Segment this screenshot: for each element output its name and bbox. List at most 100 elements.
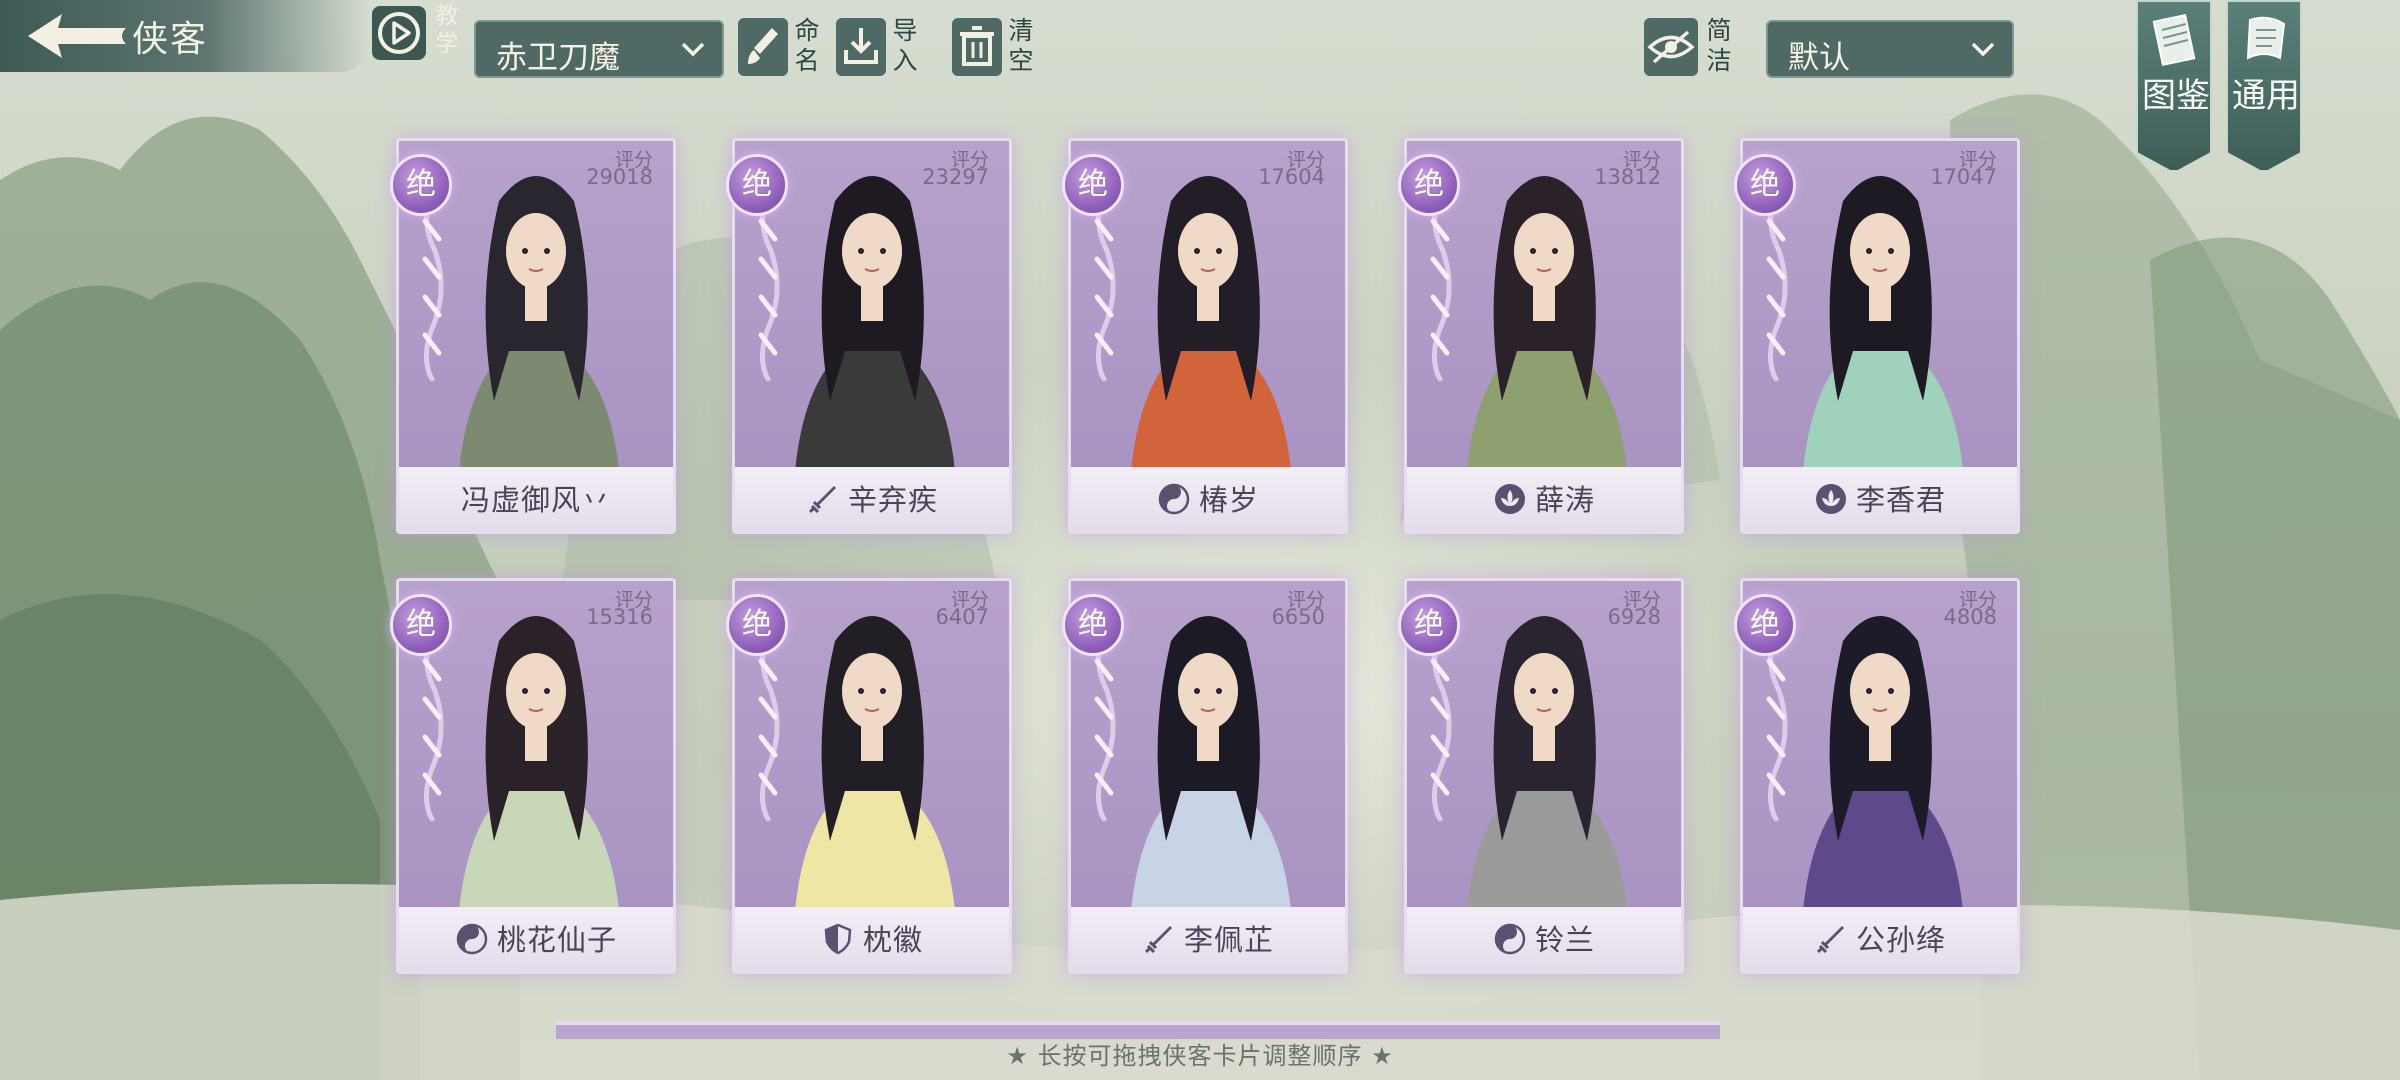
name-plate: 桃花仙子 [399,907,673,971]
hero-card[interactable]: 评分 6928 铃兰绝 [1398,578,1690,980]
score-value: 6928 [1607,605,1661,629]
download-icon [844,28,878,64]
rank-badge: 绝 [726,594,788,656]
hero-name-text: 李佩芷 [1183,923,1274,957]
rename-button[interactable]: 命名 [738,16,826,82]
score-value: 23297 [922,165,989,189]
score-value: 13812 [1594,165,1661,189]
eye-hidden-icon [1647,30,1695,64]
hero-name-text: 铃兰 [1534,923,1595,957]
hero-card[interactable]: 评分 29018 冯虚御风丷绝 [390,138,682,540]
hero-card[interactable]: 评分 13812 薛涛绝 [1398,138,1690,540]
top-bar: 侠客 教学 赤卫刀魔 命名 导入 清空 简洁 默认 [0,0,2400,80]
name-plate: 李佩芷 [1071,907,1345,971]
play-icon [378,12,420,54]
hero-card-grid: 评分 29018 冯虚御风丷绝评分 23297 辛弃疾绝评分 17604 椿岁绝评分 1381… [390,138,2040,1028]
clear-label: 清空 [1008,16,1034,75]
brush-icon [748,28,778,64]
tutorial-button[interactable]: 教学 [366,0,462,72]
score-value: 15316 [586,605,653,629]
general-label: 通用 [2232,76,2300,116]
hero-name: 辛弃疾 [735,477,1009,519]
hero-card[interactable]: 评分 17604 椿岁绝 [1062,138,1354,540]
chevron-down-icon [681,42,705,57]
score-value: 17604 [1258,165,1325,189]
clear-button[interactable]: 清空 [952,16,1040,82]
hero-card[interactable]: 评分 6650 李佩芷绝 [1062,578,1354,980]
score-value: 17047 [1930,165,1997,189]
hero-name: 薛涛 [1407,477,1681,519]
hero-name-text: 李香君 [1855,483,1946,517]
back-arrow-icon [28,14,126,58]
codex-button[interactable]: 图鉴 [2136,0,2212,172]
scroll-icon [2246,16,2286,60]
hero-name: 铃兰 [1407,917,1681,959]
back-button[interactable]: 侠客 [0,0,370,72]
hero-name-text: 公孙绛 [1855,923,1946,957]
hero-name: 李香君 [1743,477,2017,519]
score-value: 29018 [586,165,653,189]
hero-name: 枕徽 [735,917,1009,959]
rename-label: 命名 [794,16,820,75]
taiji-faction-icon [1494,923,1526,955]
hero-name: 冯虚御风丷 [399,477,673,519]
sort-select[interactable]: 默认 [1766,20,2014,78]
name-plate: 椿岁 [1071,467,1345,531]
sword-faction-icon [1816,926,1844,954]
name-plate: 公孙绛 [1743,907,2017,971]
page-title: 侠客 [132,19,209,60]
rank-badge: 绝 [1734,154,1796,216]
team-select[interactable]: 赤卫刀魔 [474,20,724,78]
book-icon [2152,13,2196,67]
hero-card[interactable]: 评分 23297 辛弃疾绝 [726,138,1018,540]
team-select-value: 赤卫刀魔 [496,40,620,76]
name-plate: 辛弃疾 [735,467,1009,531]
hero-name: 公孙绛 [1743,917,2017,959]
sword-faction-icon [1144,926,1172,954]
hero-name-text: 薛涛 [1534,483,1595,517]
sword-faction-icon [808,486,836,514]
score-value: 6650 [1271,605,1325,629]
general-button[interactable]: 通用 [2226,0,2302,172]
hero-name: 李佩芷 [1071,917,1345,959]
rank-badge: 绝 [1734,594,1796,656]
sort-select-value: 默认 [1788,40,1850,76]
rank-badge: 绝 [1062,154,1124,216]
score-value: 4808 [1943,605,1997,629]
rank-badge: 绝 [726,154,788,216]
hero-name-text: 枕徽 [862,923,923,957]
hero-card[interactable]: 评分 15316 桃花仙子绝 [390,578,682,980]
import-label: 导入 [892,16,918,75]
hero-name-text: 椿岁 [1198,483,1259,517]
rank-badge: 绝 [1062,594,1124,656]
codex-label: 图鉴 [2142,76,2210,116]
simple-view-toggle[interactable]: 简洁 [1644,16,1738,82]
hero-name: 椿岁 [1071,477,1345,519]
rank-badge: 绝 [390,594,452,656]
hero-card[interactable]: 评分 6407 枕徽绝 [726,578,1018,980]
taiji-faction-icon [456,923,488,955]
name-plate: 冯虚御风丷 [399,467,673,531]
import-button[interactable]: 导入 [836,16,924,82]
name-plate: 李香君 [1743,467,2017,531]
hero-card[interactable]: 评分 4808 公孙绛绝 [1734,578,2026,980]
taiji-faction-icon [1158,483,1190,515]
rank-badge: 绝 [1398,154,1460,216]
hero-name-text: 桃花仙子 [496,923,617,957]
shield-faction-icon [824,923,852,955]
hero-name: 桃花仙子 [399,917,673,959]
tutorial-label: 教学 [435,3,459,57]
rank-badge: 绝 [390,154,452,216]
simple-view-label: 简洁 [1706,16,1732,75]
trash-icon [960,26,994,66]
name-plate: 铃兰 [1407,907,1681,971]
name-plate: 薛涛 [1407,467,1681,531]
lotus-faction-icon [1815,484,1846,514]
hero-name-text: 冯虚御风丷 [460,483,611,517]
hero-name-text: 辛弃疾 [847,483,938,517]
chevron-down-icon [1971,42,1995,57]
drag-hint: ★ 长按可拖拽侠客卡片调整顺序 ★ [1006,1042,1394,1070]
hero-card[interactable]: 评分 17047 李香君绝 [1734,138,2026,540]
score-value: 6407 [935,605,989,629]
lotus-faction-icon [1494,484,1525,514]
